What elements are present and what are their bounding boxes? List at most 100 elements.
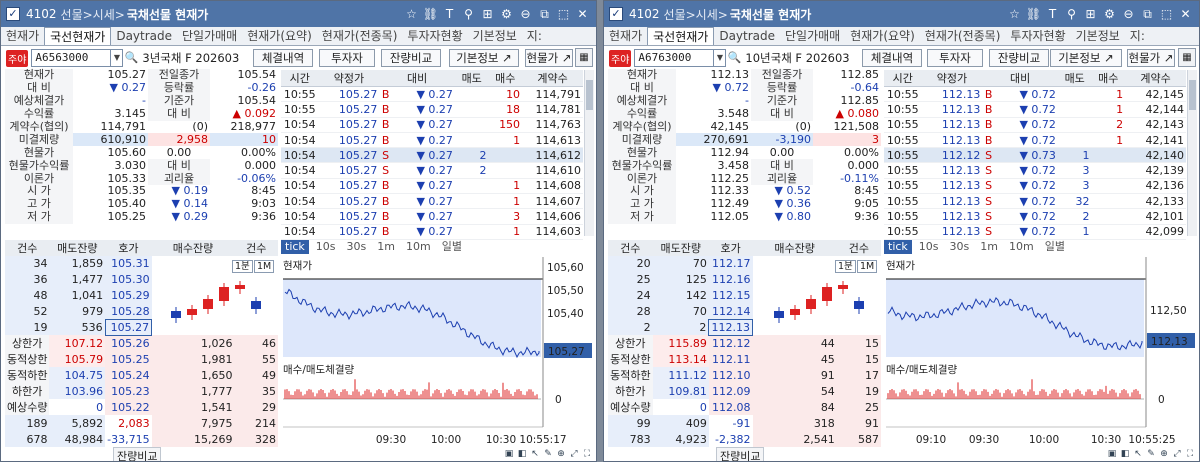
trade-row[interactable]: 10:54 105.27 B ▼ 0.27 1 114,607	[281, 193, 583, 210]
bid-row[interactable]: 상한가 115.89 112.12 44 15	[608, 335, 881, 352]
pin-icon[interactable]: ⚲	[459, 4, 478, 24]
bid-row[interactable]: 예상수량 0 105.22 1,541 29	[5, 399, 278, 416]
close-icon[interactable]: ✕	[573, 4, 592, 24]
toolbar-button-3[interactable]: 기본정보 ↗	[449, 49, 519, 67]
tab-3[interactable]: 단일가매매	[780, 27, 845, 45]
star-icon[interactable]: ☆	[1005, 4, 1024, 24]
chart-tab-30s[interactable]: 30s	[343, 240, 371, 254]
session-badge[interactable]: 주야	[6, 49, 29, 67]
checkbox-icon[interactable]: ✓	[609, 7, 623, 21]
bid-row[interactable]: 동적하한 104.75 105.24 1,650 49	[5, 367, 278, 384]
cursor-icon[interactable]: ↖	[529, 448, 541, 460]
chart-tab-10m[interactable]: 10m	[1005, 240, 1038, 254]
tab-4[interactable]: 현재가(요약)	[845, 27, 920, 45]
trade-row[interactable]: 10:54 105.27 B ▼ 0.27 1 114,613	[281, 132, 583, 149]
trade-row[interactable]: 10:55 105.27 B ▼ 0.27 10 114,791	[281, 86, 583, 103]
restore-icon[interactable]: ⧉	[535, 4, 554, 24]
trade-row[interactable]: 10:55 112.13 B ▼ 0.72 2 42,143	[884, 117, 1186, 133]
tab-3[interactable]: 단일가매매	[177, 27, 242, 45]
chart-tab-1m[interactable]: 1m	[373, 240, 399, 254]
trade-row[interactable]: 10:55 105.27 B ▼ 0.27 18 114,781	[281, 101, 583, 118]
fit-icon[interactable]: ⤢	[1171, 448, 1183, 460]
remaining-compare-label[interactable]: 잔량비교	[113, 447, 162, 461]
chevron-down-icon[interactable]: ▼	[714, 49, 727, 67]
toolbar-button-4[interactable]: 현물가 ↗	[525, 49, 573, 67]
checkbox-icon[interactable]: ✓	[6, 7, 20, 21]
interval-1min-toggle[interactable]: 1분	[232, 260, 253, 273]
trade-row[interactable]: 10:54 105.27 S ▼ 0.27 2 114,610	[281, 162, 583, 179]
zoom-icon[interactable]: ⊕	[555, 448, 567, 460]
title-bar[interactable]: ✓ 4102 선물>시세> 국채선물 현재가 ☆ ⛓ T ⚲ ⊞ ⚙ ⊖ ⧉ ⬚…	[1, 1, 596, 27]
search-icon[interactable]: 🔍	[123, 49, 139, 67]
chart-tab-10s[interactable]: 10s	[312, 240, 340, 254]
bid-row[interactable]: 하한가 103.96 105.23 1,777 35	[5, 383, 278, 400]
chart-tab-tick[interactable]: tick	[281, 240, 309, 254]
link-icon[interactable]: ⛓	[1024, 4, 1043, 24]
trade-row[interactable]: 10:55 112.13 S ▼ 0.72 32 42,133	[884, 193, 1186, 210]
bid-row[interactable]: 예상수량 0 112.08 84 25	[608, 399, 881, 416]
layout-grid-icon[interactable]: ▦	[1178, 48, 1196, 67]
toolbar-button-2[interactable]: 잔량비교	[989, 49, 1049, 67]
search-icon[interactable]: 🔍	[726, 49, 742, 67]
chart-tab-10s[interactable]: 10s	[915, 240, 943, 254]
trade-row[interactable]: 10:54 105.27 S ▼ 0.27 2 114,612	[281, 147, 583, 164]
tab-7[interactable]: 기본정보	[468, 27, 522, 45]
toolbar-button-4[interactable]: 현물가 ↗	[1127, 49, 1175, 67]
remaining-compare-label[interactable]: 잔량비교	[716, 447, 765, 461]
toolbar-button-2[interactable]: 잔량비교	[381, 49, 441, 67]
tab-6[interactable]: 투자자현황	[1005, 27, 1070, 45]
chevron-down-icon[interactable]: ▼	[111, 49, 124, 67]
fullscreen-icon[interactable]: ⛶	[1184, 448, 1196, 460]
pin-icon[interactable]: ⚲	[1062, 4, 1081, 24]
chart-tab-1m[interactable]: 1m	[976, 240, 1002, 254]
zoom-icon[interactable]: ⊕	[1158, 448, 1170, 460]
restore-icon[interactable]: ⧉	[1138, 4, 1157, 24]
session-badge[interactable]: 주야	[609, 49, 632, 67]
trade-row[interactable]: 10:54 105.27 B ▼ 0.27 3 114,606	[281, 208, 583, 225]
title-bar[interactable]: ✓ 4102 선물>시세> 국채선물 현재가 ☆ ⛓ T ⚲ ⊞ ⚙ ⊖ ⧉ ⬚…	[604, 1, 1199, 27]
fit-icon[interactable]: ⤢	[568, 448, 580, 460]
close-icon[interactable]: ✕	[1176, 4, 1195, 24]
chart-tool-icon[interactable]: ◧	[1119, 448, 1131, 460]
star-icon[interactable]: ☆	[402, 4, 421, 24]
tab-7[interactable]: 기본정보	[1071, 27, 1125, 45]
bid-row[interactable]: 상한가 107.12 105.26 1,026 46	[5, 335, 278, 352]
minimize-icon[interactable]: ⊖	[1119, 4, 1138, 24]
pen-icon[interactable]: ✎	[1145, 448, 1157, 460]
bid-row[interactable]: 하한가 109.81 112.09 54 19	[608, 383, 881, 400]
trade-row[interactable]: 10:54 105.27 B ▼ 0.27 150 114,763	[281, 117, 583, 133]
chart-tool-icon[interactable]: ▣	[1106, 448, 1118, 460]
bid-row[interactable]: 동적상한 113.14 112.11 45 15	[608, 351, 881, 368]
interval-1month-toggle[interactable]: 1M	[857, 260, 878, 273]
toolbar-button-1[interactable]: 투자자	[319, 49, 375, 67]
tab-8[interactable]: 지:	[1125, 27, 1150, 45]
settings-icon[interactable]: ⚙	[497, 4, 516, 24]
text-icon[interactable]: T	[440, 4, 459, 24]
grid-icon[interactable]: ⊞	[478, 4, 497, 24]
interval-1month-toggle[interactable]: 1M	[254, 260, 275, 273]
link-icon[interactable]: ⛓	[421, 4, 440, 24]
fullscreen-icon[interactable]: ⛶	[581, 448, 593, 460]
product-code-input[interactable]: A6563000	[31, 49, 112, 67]
bid-row[interactable]: 동적하한 111.12 112.10 91 17	[608, 367, 881, 384]
trade-scrollbar[interactable]	[1187, 70, 1197, 236]
tab-2[interactable]: Daytrade	[714, 27, 780, 45]
trade-row[interactable]: 10:55 112.13 S ▼ 0.72 3 42,136	[884, 178, 1186, 195]
trade-row[interactable]: 10:55 112.12 S ▼ 0.73 1 42,140	[884, 147, 1186, 164]
chart-tab-10m[interactable]: 10m	[402, 240, 435, 254]
settings-icon[interactable]: ⚙	[1100, 4, 1119, 24]
trade-row[interactable]: 10:55 112.13 B ▼ 0.72 1 42,141	[884, 132, 1186, 149]
bid-row[interactable]: 동적상한 105.79 105.25 1,981 55	[5, 351, 278, 368]
tab-0[interactable]: 현재가	[604, 27, 647, 45]
trade-row[interactable]: 10:55 112.13 S ▼ 0.72 2 42,101	[884, 208, 1186, 225]
toolbar-button-0[interactable]: 체결내역	[862, 49, 922, 67]
toolbar-button-0[interactable]: 체결내역	[253, 49, 313, 67]
tab-4[interactable]: 현재가(요약)	[242, 27, 317, 45]
interval-1min-toggle[interactable]: 1분	[835, 260, 856, 273]
trade-row[interactable]: 10:55 112.13 B ▼ 0.72 1 42,145	[884, 86, 1186, 103]
toolbar-button-1[interactable]: 투자자	[927, 49, 983, 67]
trade-row[interactable]: 10:55 112.13 S ▼ 0.72 3 42,139	[884, 162, 1186, 179]
tab-8[interactable]: 지:	[522, 27, 547, 45]
maximize-icon[interactable]: ⬚	[554, 4, 573, 24]
minimize-icon[interactable]: ⊖	[516, 4, 535, 24]
